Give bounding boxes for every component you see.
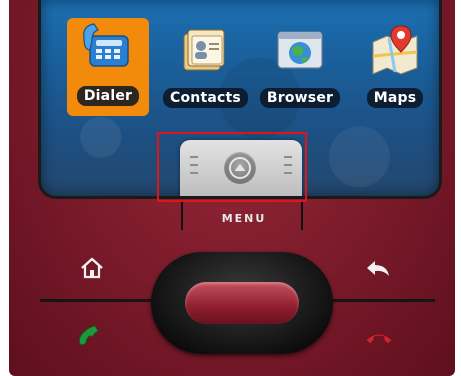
trackball[interactable]	[185, 282, 299, 324]
app-label: Browser	[259, 88, 341, 108]
end-call-icon[interactable]	[364, 326, 393, 354]
app-label: Maps	[366, 88, 424, 108]
browser-icon	[272, 22, 328, 78]
app-label: Contacts	[163, 88, 248, 108]
app-contacts[interactable]: Contacts	[163, 20, 248, 116]
app-label: Dialer	[76, 86, 140, 106]
key-divider-right	[329, 299, 435, 302]
call-icon[interactable]	[75, 322, 103, 350]
app-maps[interactable]: Maps	[354, 20, 436, 116]
app-browser[interactable]: Browser	[259, 20, 341, 116]
dpad[interactable]	[151, 252, 333, 354]
menu-label: MENU	[221, 212, 267, 225]
home-icon[interactable]	[78, 254, 106, 282]
key-divider-left	[40, 299, 155, 302]
contacts-icon	[176, 22, 232, 78]
dialer-icon	[80, 20, 136, 76]
back-icon[interactable]	[364, 254, 392, 282]
app-dialer[interactable]: Dialer	[67, 18, 149, 116]
maps-icon	[367, 22, 423, 78]
highlight-box	[157, 132, 307, 202]
